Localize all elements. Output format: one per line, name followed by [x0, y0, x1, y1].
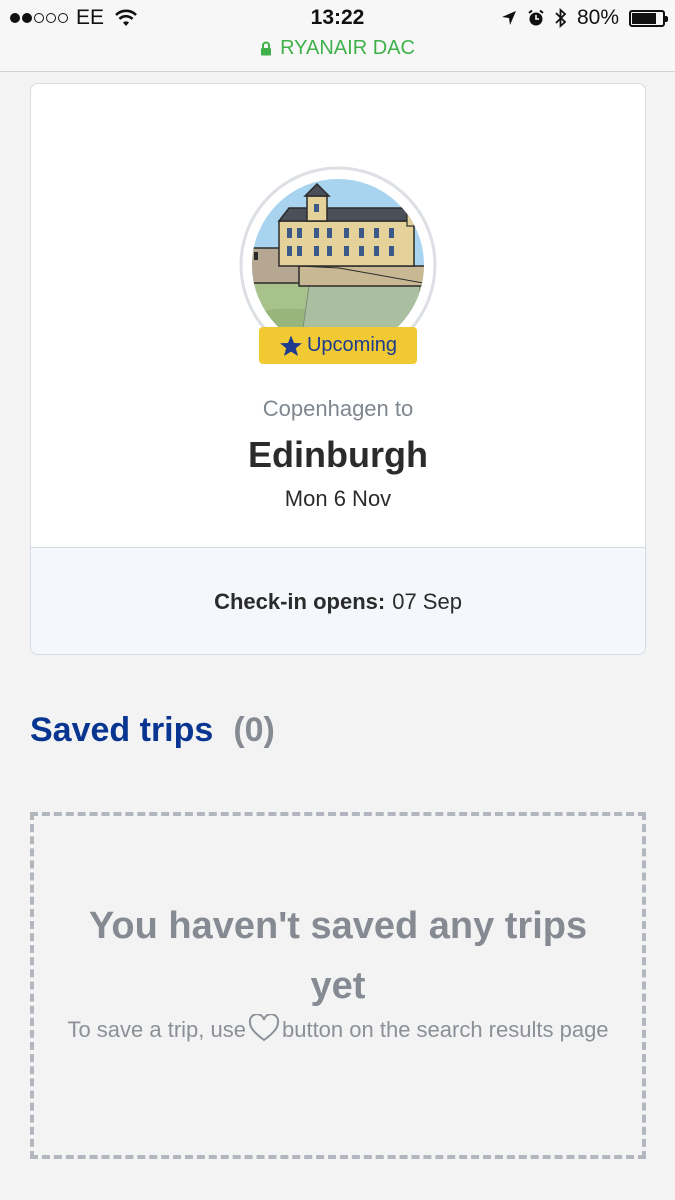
status-right: 80% [501, 6, 668, 30]
bluetooth-icon [555, 8, 567, 28]
hint-text-before: To save a trip, use [67, 1017, 246, 1042]
checkin-date: 07 Sep [392, 589, 462, 614]
heart-icon [248, 1014, 280, 1042]
saved-trips-count: (0) [233, 711, 275, 749]
badge-label: Upcoming [306, 334, 398, 356]
site-name: RYANAIR DAC [280, 37, 415, 59]
secure-site-label: RYANAIR DAC [0, 37, 675, 60]
upcoming-trip-card[interactable]: Upcoming Copenhagen to Edinburgh Mon 6 N… [30, 83, 646, 655]
lock-icon [261, 41, 272, 56]
saved-trips-heading: Saved trips (0) [30, 711, 275, 750]
trip-date: Mon 6 Nov [284, 486, 392, 511]
battery-percent: 80% [576, 6, 619, 29]
location-arrow-icon [501, 11, 516, 25]
checkin-label: Check-in opens: [214, 589, 386, 614]
alarm-icon [528, 9, 544, 26]
star-icon [279, 335, 302, 356]
hint-text-after: button on the search results page [281, 1017, 609, 1042]
route-destination: Edinburgh [248, 434, 428, 475]
checkin-info: Check-in opens: 07 Sep [31, 547, 645, 654]
saved-trips-title: Saved trips [30, 711, 214, 749]
status-bar: EE 13:22 80% RYANAIR DAC [0, 0, 675, 72]
route-origin: Copenhagen to [262, 396, 414, 421]
empty-state-title: You haven't saved any trips yet [88, 905, 588, 1007]
upcoming-badge: Upcoming [259, 327, 417, 364]
empty-state-hint: To save a trip, use button on the search… [58, 1012, 618, 1048]
saved-trips-empty-state: You haven't saved any trips yet To save … [30, 812, 646, 1159]
battery-icon [629, 9, 668, 27]
